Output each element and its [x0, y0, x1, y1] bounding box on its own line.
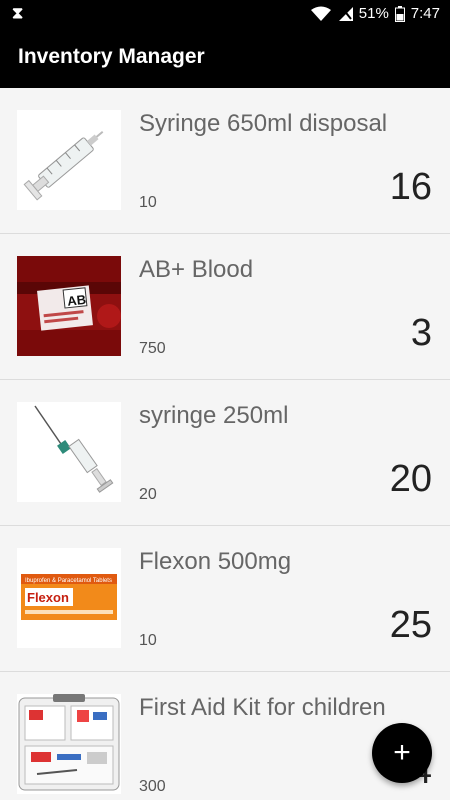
- app-title: Inventory Manager: [18, 45, 205, 68]
- flexon-box-image: Ibuprofen & Paracetamol Tablets Flexon: [17, 548, 121, 648]
- item-name: AB+ Blood: [139, 256, 254, 283]
- svg-text:Flexon: Flexon: [27, 590, 69, 605]
- syringe-needle-image: [17, 402, 121, 502]
- item-quantity: 20: [389, 458, 432, 500]
- item-name: Flexon 500mg: [139, 548, 292, 575]
- item-name: First Aid Kit for children: [139, 694, 386, 721]
- svg-text:Ibuprofen & Paracetamol Tablet: Ibuprofen & Paracetamol Tablets: [25, 578, 112, 584]
- item-price: 300: [139, 778, 166, 795]
- svg-text:AB: AB: [67, 292, 87, 309]
- list-item[interactable]: Ibuprofen & Paracetamol Tablets Flexon F…: [0, 526, 450, 672]
- status-icons: 51% 7:47: [310, 5, 440, 22]
- plus-icon: +: [393, 736, 411, 769]
- item-price: 10: [139, 194, 157, 211]
- status-bar: ⧗ 51% 7:47: [0, 0, 450, 28]
- battery-percent: 51%: [358, 5, 389, 22]
- wifi-icon: [310, 6, 331, 21]
- clock: 7:47: [410, 5, 440, 22]
- item-name: Syringe 650ml disposal: [139, 110, 388, 137]
- item-price: 20: [139, 486, 157, 503]
- first-aid-kit-image: [17, 694, 121, 794]
- item-price: 750: [139, 340, 166, 357]
- app-bar: Inventory Manager: [0, 28, 450, 88]
- hourglass-icon: ⧗: [12, 5, 24, 22]
- item-price: 10: [139, 632, 157, 649]
- item-quantity: 3: [410, 312, 432, 354]
- add-item-button[interactable]: +: [372, 723, 432, 783]
- blood-bag-image: AB: [17, 256, 121, 356]
- item-name: syringe 250ml: [139, 402, 289, 429]
- list-item[interactable]: AB AB+ Blood 750 3: [0, 234, 450, 380]
- inventory-list[interactable]: Syringe 650ml disposal 10 16 AB AB+ Bloo…: [0, 88, 450, 800]
- battery-icon: [394, 5, 405, 22]
- item-quantity: 16: [389, 166, 432, 208]
- list-item[interactable]: syringe 250ml 20 20: [0, 380, 450, 526]
- syringe-large-image: [17, 110, 121, 210]
- list-item[interactable]: Syringe 650ml disposal 10 16: [0, 88, 450, 234]
- item-quantity: 25: [389, 604, 432, 646]
- signal-icon: [338, 6, 353, 21]
